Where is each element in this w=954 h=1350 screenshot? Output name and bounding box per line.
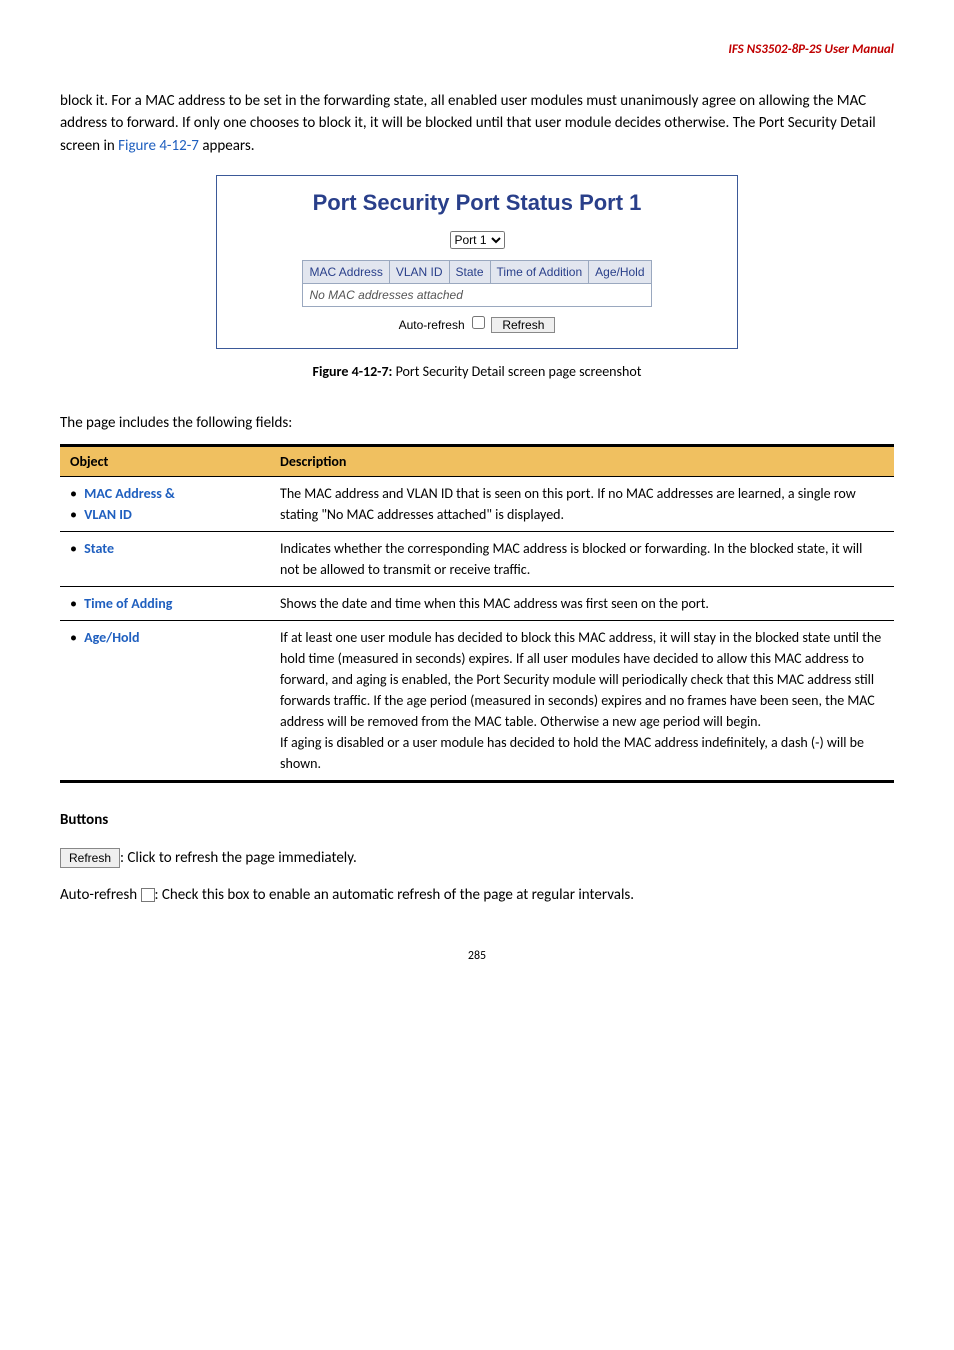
auto-refresh-label: Auto-refresh — [399, 318, 465, 332]
auto-refresh-explain: Auto-refresh : Check this box to enable … — [60, 884, 894, 907]
status-table-empty-row: No MAC addresses attached — [303, 283, 651, 306]
description-table: Object Description • MAC Address &• VLAN… — [60, 444, 894, 783]
col-vlan: VLAN ID — [389, 260, 449, 283]
port-select[interactable]: Port 1 — [450, 231, 505, 249]
page-number: 285 — [60, 947, 894, 965]
refresh-button-explain: Refresh: Click to refresh the page immed… — [60, 847, 894, 870]
desc-header-row: Object Description — [60, 446, 894, 477]
col-time: Time of Addition — [490, 260, 589, 283]
description-cell: Indicates whether the corresponding MAC … — [270, 532, 894, 587]
object-cell: • Time of Adding — [60, 587, 270, 621]
desc-head-description: Description — [270, 446, 894, 477]
buttons-heading: Buttons — [60, 809, 894, 832]
col-state: State — [449, 260, 490, 283]
auto-refresh-prefix: Auto-refresh — [60, 886, 141, 904]
figure-caption-rest: Port Security Detail screen page screens… — [392, 363, 641, 380]
intro-text-after: appears. — [202, 137, 254, 155]
object-cell: • Age/Hold — [60, 621, 270, 782]
figure-caption-bold: Figure 4-12-7: — [313, 363, 393, 380]
table-row: • MAC Address &• VLAN IDThe MAC address … — [60, 477, 894, 532]
description-cell: If at least one user module has decided … — [270, 621, 894, 782]
figure-ref-link[interactable]: Figure 4-12-7 — [118, 137, 199, 155]
figure-caption: Figure 4-12-7: Port Security Detail scre… — [60, 361, 894, 382]
table-lead: The page includes the following fields: — [60, 412, 894, 435]
object-cell: • State — [60, 532, 270, 587]
auto-refresh-text: : Check this box to enable an automatic … — [155, 886, 635, 904]
figure-screenshot-box: Port Security Port Status Port 1 Port 1 … — [216, 175, 738, 349]
refresh-button-text: : Click to refresh the page immediately. — [120, 849, 357, 867]
desc-head-object: Object — [60, 446, 270, 477]
table-row: • Time of AddingShows the date and time … — [60, 587, 894, 621]
refresh-button[interactable]: Refresh — [491, 317, 555, 333]
table-row: • Age/HoldIf at least one user module ha… — [60, 621, 894, 782]
description-cell: Shows the date and time when this MAC ad… — [270, 587, 894, 621]
manual-header: IFS NS3502-8P-2S User Manual — [60, 40, 894, 60]
refresh-button-inline[interactable]: Refresh — [60, 848, 120, 868]
col-age: Age/Hold — [589, 260, 651, 283]
auto-refresh-checkbox-inline[interactable] — [141, 888, 155, 902]
intro-paragraph: block it. For a MAC address to be set in… — [60, 90, 894, 158]
status-table-header-row: MAC Address VLAN ID State Time of Additi… — [303, 260, 651, 283]
table-row: • StateIndicates whether the correspondi… — [60, 532, 894, 587]
object-cell: • MAC Address &• VLAN ID — [60, 477, 270, 532]
status-empty-text: No MAC addresses attached — [303, 283, 651, 306]
status-table: MAC Address VLAN ID State Time of Additi… — [302, 260, 651, 307]
figure-controls: Auto-refresh Refresh — [237, 313, 717, 334]
description-cell: The MAC address and VLAN ID that is seen… — [270, 477, 894, 532]
col-mac: MAC Address — [303, 260, 389, 283]
figure-title: Port Security Port Status Port 1 — [237, 186, 717, 219]
auto-refresh-checkbox[interactable] — [472, 316, 485, 329]
